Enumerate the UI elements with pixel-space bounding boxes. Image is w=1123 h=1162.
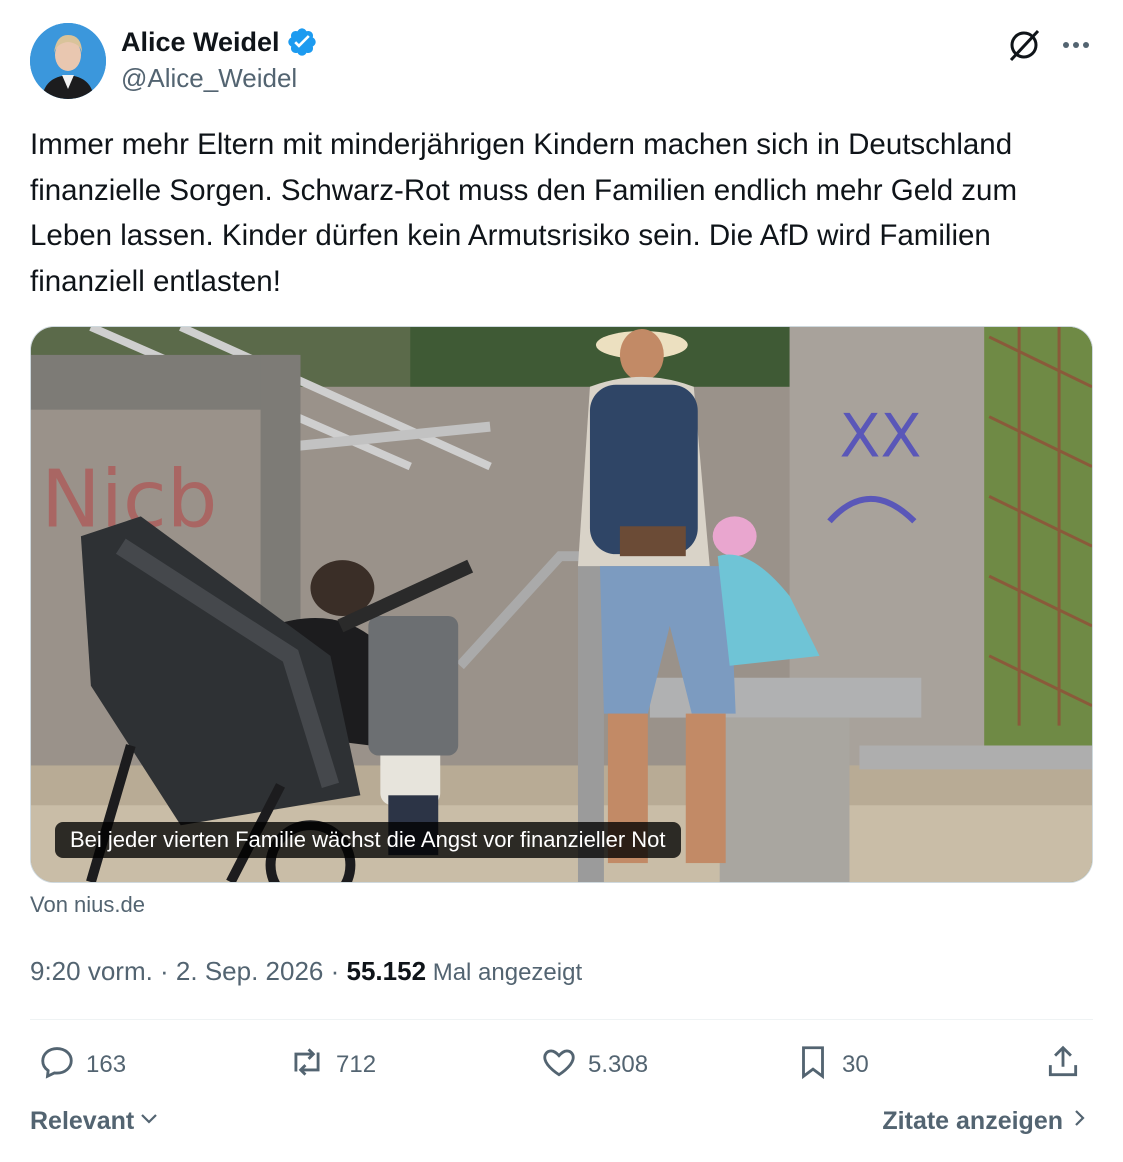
chevron-down-icon xyxy=(138,1107,160,1136)
reply-button[interactable]: 163 xyxy=(38,1040,126,1090)
tweet-header: Alice Weidel @Alice_Weidel xyxy=(30,20,1093,100)
timestamp[interactable]: 9:20 vorm. · 2. Sep. 2026 · xyxy=(30,956,347,986)
divider xyxy=(30,1019,1093,1020)
grok-icon[interactable] xyxy=(1005,26,1043,64)
media-image: Nicb XX xyxy=(31,327,1092,882)
sort-label: Relevant xyxy=(30,1107,135,1135)
view-quotes-link[interactable]: Zitate anzeigen xyxy=(882,1107,1089,1136)
bookmark-button[interactable]: 30 xyxy=(794,1040,869,1090)
bookmark-icon xyxy=(794,1043,832,1088)
author-name[interactable]: Alice Weidel xyxy=(121,26,280,58)
repost-button[interactable]: 712 xyxy=(288,1040,376,1090)
action-bar: 163 712 5.308 30 xyxy=(30,1040,1093,1090)
like-count: 5.308 xyxy=(588,1051,649,1078)
like-icon xyxy=(540,1043,578,1088)
view-count: 55.152 xyxy=(346,956,427,986)
svg-text:XX: XX xyxy=(839,402,921,472)
media-source[interactable]: Von nius.de xyxy=(30,892,145,918)
reply-icon xyxy=(38,1043,76,1088)
chevron-right-icon xyxy=(1071,1107,1089,1136)
sort-dropdown[interactable]: Relevant xyxy=(30,1107,160,1136)
media-caption: Bei jeder vierten Familie wächst die Ang… xyxy=(55,822,681,858)
repost-icon xyxy=(288,1043,326,1088)
bookmark-count: 30 xyxy=(842,1051,869,1078)
author-handle[interactable]: @Alice_Weidel xyxy=(121,62,297,94)
view-label: Mal angezeigt xyxy=(426,959,583,986)
more-icon[interactable] xyxy=(1059,28,1093,62)
tweet-meta: 9:20 vorm. · 2. Sep. 2026 · 55.152 Mal a… xyxy=(30,955,582,989)
quotes-label: Zitate anzeigen xyxy=(882,1107,1063,1135)
reply-count: 163 xyxy=(86,1051,127,1078)
like-button[interactable]: 5.308 xyxy=(540,1040,648,1090)
share-button[interactable] xyxy=(1044,1040,1082,1090)
share-icon xyxy=(1044,1043,1082,1088)
media-card[interactable]: Nicb XX Bei jeder vierten Familie wächst… xyxy=(30,326,1093,883)
tweet-text: Immer mehr Eltern mit minderjährigen Kin… xyxy=(30,128,1018,298)
verified-badge-icon xyxy=(286,26,318,58)
repost-count: 712 xyxy=(336,1051,377,1078)
avatar[interactable] xyxy=(30,23,106,99)
